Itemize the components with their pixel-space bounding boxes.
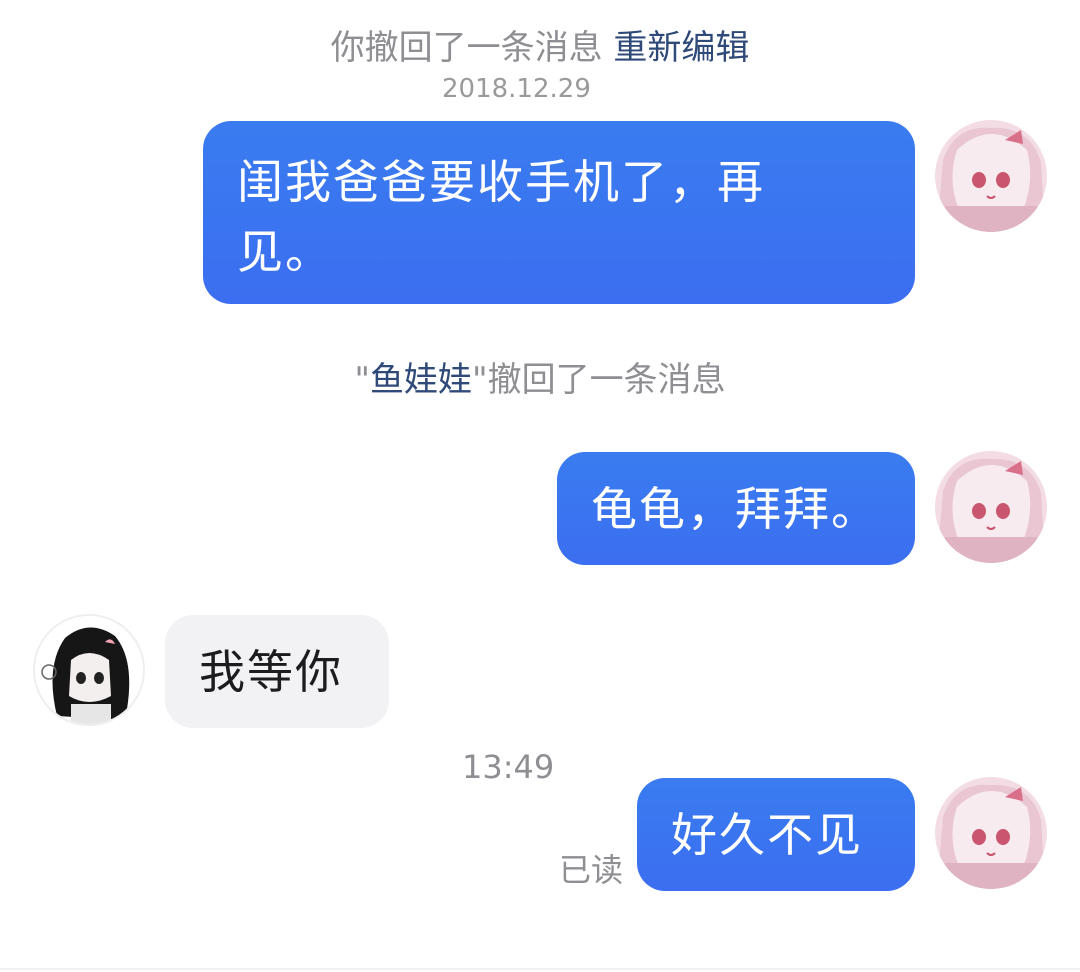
date-stamp: 2018.12.29 <box>442 74 591 104</box>
input-bar-divider <box>0 968 1080 970</box>
recall-notice-other-text: 撤回了一条消息 <box>487 360 726 400</box>
message-text: 龟龟，拜拜。 <box>591 482 879 536</box>
open-quote: " <box>354 360 370 400</box>
message-bubble-outgoing[interactable]: 闺我爸爸要收手机了，再 见。 <box>203 121 915 304</box>
close-quote: " <box>472 360 488 400</box>
message-bubble-incoming[interactable]: 我等你 <box>165 615 389 728</box>
re-edit-link[interactable]: 重新编辑 <box>613 28 749 68</box>
contact-name-link[interactable]: 鱼娃娃 <box>370 360 472 400</box>
self-avatar[interactable] <box>935 777 1047 889</box>
contact-avatar[interactable] <box>33 614 145 726</box>
message-bubble-outgoing[interactable]: 好久不见 <box>637 778 915 891</box>
message-bubble-outgoing[interactable]: 龟龟，拜拜。 <box>557 452 915 565</box>
black-hair-anime-girl-avatar-icon <box>35 616 143 724</box>
self-avatar[interactable] <box>935 451 1047 563</box>
pink-anime-girl-avatar-icon <box>935 451 1047 563</box>
read-receipt: 已读 <box>559 851 624 889</box>
pink-anime-girl-avatar-icon <box>935 777 1047 889</box>
message-text-line2: 见。 <box>237 225 333 279</box>
message-text-line1: 闺我爸爸要收手机了，再 <box>237 155 765 209</box>
message-text: 好久不见 <box>671 808 863 862</box>
chat-screen: 你撤回了一条消息 重新编辑 2018.12.29 闺我爸爸要收手机了，再 见。 … <box>0 0 1080 972</box>
recall-notice-other: "鱼娃娃"撤回了一条消息 <box>0 360 1080 400</box>
pink-anime-girl-avatar-icon <box>935 120 1047 232</box>
recall-notice-self: 你撤回了一条消息 重新编辑 <box>0 28 1080 68</box>
recall-notice-text: 你撤回了一条消息 <box>330 28 603 68</box>
message-text: 我等你 <box>199 645 343 699</box>
time-stamp: 13:49 <box>462 748 555 786</box>
self-avatar[interactable] <box>935 120 1047 232</box>
